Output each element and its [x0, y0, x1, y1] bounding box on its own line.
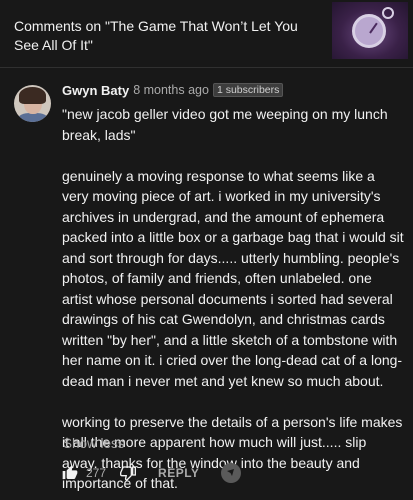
- comment-timestamp[interactable]: 8 months ago: [133, 83, 209, 97]
- reply-button[interactable]: REPLY: [158, 466, 199, 480]
- page-title: Comments on "The Game That Won’t Let You…: [14, 18, 298, 53]
- comments-header: Comments on "The Game That Won’t Let You…: [0, 0, 413, 68]
- comment-meta: Gwyn Baty 8 months ago 1 subscribers: [62, 82, 284, 98]
- comment-actions: 277 REPLY: [62, 461, 242, 485]
- comment: Gwyn Baty 8 months ago 1 subscribers "ne…: [0, 69, 413, 500]
- creator-avatar-icon: [221, 463, 242, 483]
- comment-paragraph: genuinely a moving response to what seem…: [62, 167, 404, 389]
- thumbs-down-icon[interactable]: [120, 465, 137, 481]
- comment-paragraph: "new jacob geller video got me weeping o…: [62, 106, 388, 143]
- show-less-button[interactable]: Show less: [63, 436, 125, 451]
- pocket-watch-image: [352, 14, 386, 48]
- watch-ring-image: [382, 7, 394, 19]
- author-name[interactable]: Gwyn Baty: [62, 83, 129, 98]
- thumbs-up-icon[interactable]: [62, 465, 78, 481]
- subscriber-badge: 1 subscribers: [212, 83, 284, 97]
- like-count: 277: [86, 466, 107, 480]
- avatar[interactable]: [14, 85, 51, 122]
- video-thumbnail[interactable]: [332, 2, 408, 59]
